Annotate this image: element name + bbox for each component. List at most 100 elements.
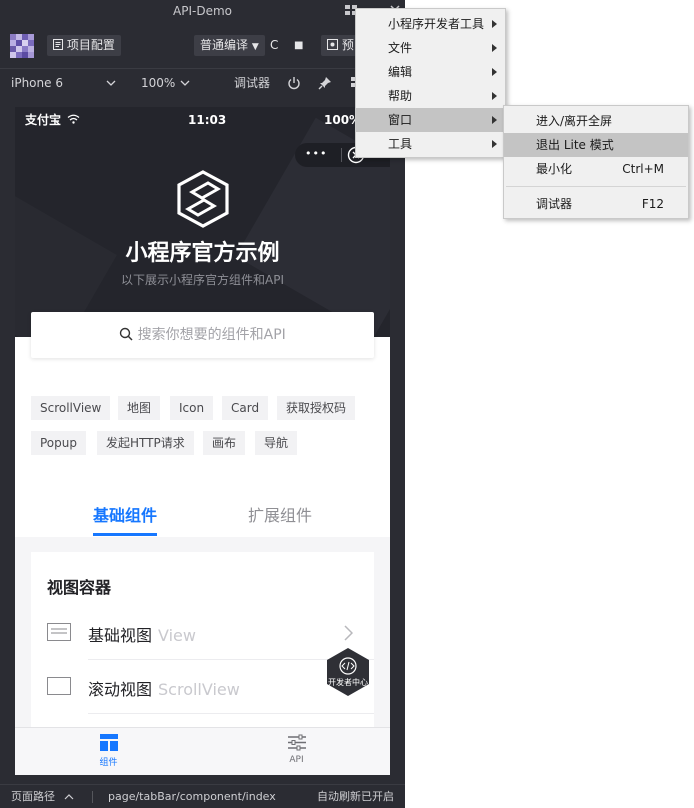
preview-icon <box>327 39 338 50</box>
list-item-label: 滚动视图 <box>88 680 153 699</box>
refresh-label: C <box>270 38 279 52</box>
power-icon[interactable] <box>287 76 301 90</box>
submenu-item-exit-lite[interactable]: 退出 Lite 模式 <box>504 133 688 157</box>
tag-popup[interactable]: Popup <box>31 431 86 455</box>
view-icon <box>47 623 71 641</box>
stop-icon: ■ <box>294 40 304 51</box>
caret-right-icon <box>492 92 497 100</box>
auto-refresh-status: 自动刷新已开启 <box>317 790 394 803</box>
page-subtitle: 以下展示小程序官方组件和API <box>121 273 284 287</box>
menu-item-label: 窗口 <box>388 113 413 127</box>
clock-label: 11:03 <box>188 113 227 127</box>
list-item[interactable]: 基础视图 View <box>31 606 374 660</box>
submenu-item-debugger[interactable]: 调试器 F12 <box>504 192 688 216</box>
caret-right-icon <box>492 140 497 148</box>
developer-center-icon <box>327 648 369 696</box>
stop-button[interactable]: ■ <box>288 35 309 56</box>
menu-item-label: 小程序开发者工具 <box>388 17 485 31</box>
submenu-item-label: 最小化 <box>536 162 573 176</box>
chevron-down-icon[interactable] <box>106 80 116 87</box>
tag-navigation[interactable]: 导航 <box>255 431 298 455</box>
tag-http-request[interactable]: 发起HTTP请求 <box>97 431 194 455</box>
avatar[interactable] <box>10 34 36 58</box>
zoom-label: 100% <box>141 76 176 90</box>
list-item-en-label: ScrollView <box>158 680 240 699</box>
tabbar-item-api[interactable]: API <box>203 728 390 775</box>
developer-center-button[interactable]: 开发者中心 <box>325 647 371 697</box>
list-item-label: 基础视图 <box>88 626 153 645</box>
more-button[interactable]: ••• <box>305 143 327 165</box>
simulator-screen: 支付宝 11:03 100% ••• 小程序官方示例 以下展示小程序官方组件和A… <box>15 107 390 775</box>
submenu-item-minimize[interactable]: 最小化 Ctrl+M <box>504 157 688 181</box>
menu-item-tools[interactable]: 工具 <box>356 132 505 156</box>
window-title: API-Demo <box>173 4 232 18</box>
menu-item-label: 工具 <box>388 137 413 151</box>
caret-right-icon <box>492 68 497 76</box>
compile-mode-label: 普通编译 <box>200 38 249 52</box>
submenu-shortcut: F12 <box>641 197 664 211</box>
document-icon <box>53 39 63 50</box>
title-bar: API-Demo <box>0 0 405 22</box>
sliders-icon <box>288 734 306 751</box>
logo-icon <box>177 170 229 228</box>
menu-item-file[interactable]: 文件 <box>356 36 505 60</box>
menu-item-label: 帮助 <box>388 89 413 103</box>
pin-icon[interactable] <box>318 76 332 90</box>
refresh-button[interactable]: C <box>264 35 284 56</box>
ide-window: API-Demo 项目配置 普通编译 ▼ C ■ 预 iPhone 6 100%… <box>0 0 405 808</box>
menu-item-label: 文件 <box>388 41 413 55</box>
caret-down-icon: ▼ <box>251 42 259 52</box>
tabbar-api-label: API <box>289 755 304 765</box>
caret-right-icon <box>492 44 497 52</box>
tabbar-item-components[interactable]: 组件 <box>15 728 202 775</box>
tag-canvas[interactable]: 画布 <box>203 431 246 455</box>
menu-item-edit[interactable]: 编辑 <box>356 60 505 84</box>
tag-auth-code[interactable]: 获取授权码 <box>277 396 356 420</box>
context-menu: 小程序开发者工具 文件 编辑 帮助 窗口 工具 <box>355 8 506 158</box>
window-submenu: 进入/离开全屏 退出 Lite 模式 最小化 Ctrl+M 调试器 F12 <box>503 105 689 219</box>
submenu-item-label: 退出 Lite 模式 <box>536 138 614 152</box>
zoom-select[interactable]: 100% <box>141 69 175 98</box>
device-select[interactable]: iPhone 6 <box>11 69 63 98</box>
submenu-shortcut: Ctrl+M <box>622 162 664 176</box>
page-path: page/tabBar/component/index <box>108 790 276 803</box>
scroll-view-icon <box>47 677 71 695</box>
search-placeholder: 搜索你想要的组件和API <box>137 327 286 343</box>
debugger-button[interactable]: 调试器 <box>234 69 270 98</box>
device-label: iPhone 6 <box>11 76 63 90</box>
menu-item-window[interactable]: 窗口 <box>356 108 505 132</box>
wifi-icon <box>67 114 80 124</box>
section-title: 视图容器 <box>47 578 112 597</box>
tab-bar: 组件 API <box>15 727 390 775</box>
chevron-up-icon[interactable] <box>64 794 74 800</box>
developer-center-label: 开发者中心 <box>328 678 368 687</box>
chevron-down-icon[interactable] <box>180 80 190 87</box>
tab-active-indicator <box>93 533 157 536</box>
list-item-en-label: View <box>158 626 196 645</box>
submenu-item-label: 调试器 <box>536 197 573 211</box>
submenu-item-label: 进入/离开全屏 <box>536 114 613 128</box>
tag-scrollview[interactable]: ScrollView <box>31 396 111 420</box>
tag-card[interactable]: Card <box>222 396 269 420</box>
tag-map[interactable]: 地图 <box>118 396 161 420</box>
project-config-label: 项目配置 <box>66 38 115 52</box>
project-config-button[interactable]: 项目配置 <box>47 35 121 56</box>
menu-item-devtools[interactable]: 小程序开发者工具 <box>356 12 505 36</box>
list-item[interactable]: 滚动视图 ScrollView <box>31 660 374 714</box>
menu-item-help[interactable]: 帮助 <box>356 84 505 108</box>
submenu-item-fullscreen[interactable]: 进入/离开全屏 <box>504 109 688 133</box>
page-content: ScrollView 地图 Icon Card 获取授权码 Popup 发起HT… <box>15 337 390 775</box>
page-path-toggle[interactable]: 页面路径 <box>11 785 55 808</box>
status-bar: 支付宝 11:03 100% <box>15 107 390 133</box>
page-title: 小程序官方示例 <box>125 241 280 266</box>
tab-basic-components[interactable]: 基础组件 <box>93 502 157 526</box>
tab-extended-components[interactable]: 扩展组件 <box>248 502 312 526</box>
compile-mode-select[interactable]: 普通编译 ▼ <box>194 35 265 56</box>
main-toolbar: 项目配置 普通编译 ▼ C ■ 预 <box>0 22 405 68</box>
tag-icon[interactable]: Icon <box>170 396 214 420</box>
debugger-label: 调试器 <box>234 76 271 90</box>
page-path-label: 页面路径 <box>11 790 55 803</box>
search-icon <box>119 327 133 341</box>
search-input[interactable]: 搜索你想要的组件和API <box>31 312 374 358</box>
components-icon <box>100 734 118 751</box>
